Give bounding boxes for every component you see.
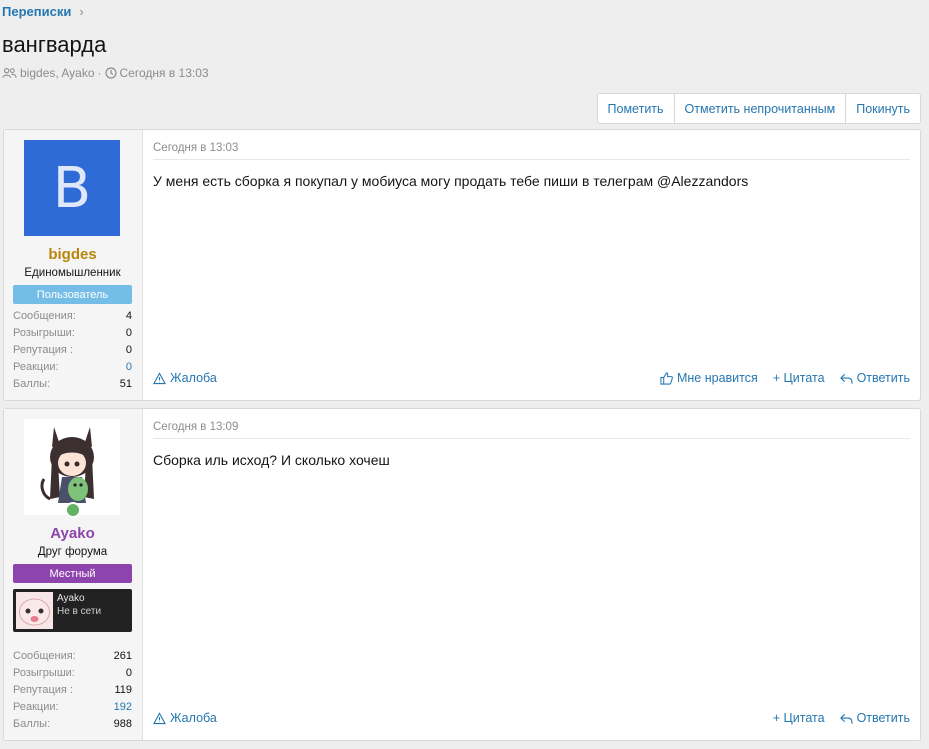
participants-list[interactable]: bigdes, Ayako [20, 66, 95, 80]
message-actions: + Цитата Ответить [773, 711, 910, 725]
message-footer: Жалоба Мне нравится + Цитата Ответить [153, 371, 910, 385]
stat-label: Розыгрыши: [13, 667, 75, 680]
clock-icon [104, 67, 117, 79]
thumbs-up-icon [660, 371, 673, 385]
stat-label: Сообщения: [13, 650, 76, 663]
reply-label: Ответить [856, 711, 910, 725]
warning-icon [153, 371, 166, 384]
like-button[interactable]: Мне нравится [660, 371, 758, 385]
stat-messages: Сообщения: 261 [13, 648, 132, 665]
user-title: Единомышленник [24, 267, 121, 279]
user-banner: Пользователь [13, 285, 132, 304]
message-date[interactable]: Сегодня в 13:09 [153, 421, 238, 433]
mini-card-info: Ayako Не в сети [57, 592, 101, 629]
cute-face-icon [19, 598, 50, 626]
stat-value: 0 [125, 327, 132, 340]
users-icon [2, 67, 17, 78]
conversation-time: Сегодня в 13:03 [119, 66, 209, 80]
quote-label: + Цитата [772, 711, 825, 725]
mini-avatar [16, 592, 53, 629]
profile-mini-card[interactable]: Ayako Не в сети [13, 589, 132, 632]
stat-value-link[interactable]: 0 [126, 361, 132, 373]
report-label: Жалоба [170, 371, 217, 385]
meta-separator: · [97, 66, 102, 80]
breadcrumb: Переписки › [2, 4, 84, 19]
mark-button[interactable]: Пометить [598, 94, 675, 123]
message-body: Сегодня в 13:09 Сборка иль исход? И скол… [143, 409, 920, 740]
stat-value: 0 [125, 667, 132, 680]
divider [153, 159, 910, 160]
quote-button[interactable]: + Цитата [773, 371, 825, 385]
stat-reputation: Репутация : 0 [13, 342, 132, 359]
stat-value: 0 [125, 343, 132, 356]
stat-label: Реакции: [13, 700, 59, 713]
leave-button[interactable]: Покинуть [846, 94, 920, 123]
stat-giveaways: Розыгрыши: 0 [13, 325, 132, 342]
message-user-panel: B bigdes Единомышленник Пользователь Соо… [4, 130, 143, 400]
conversation-meta: bigdes, Ayako · Сегодня в 13:03 [2, 66, 209, 80]
online-status-icon [65, 502, 81, 518]
user-banner: Местный [13, 564, 132, 583]
reply-button[interactable]: Ответить [839, 711, 910, 725]
like-label: Мне нравится [676, 371, 758, 385]
message-text: У меня есть сборка я покупал у мобиуса м… [153, 173, 749, 189]
message-text: Сборка иль исход? И сколько хочеш [153, 452, 390, 468]
report-button[interactable]: Жалоба [153, 711, 217, 725]
chevron-right-icon: › [79, 4, 84, 19]
divider [153, 438, 910, 439]
stat-reactions: Реакции: 0 [13, 358, 132, 375]
stat-points: Баллы: 988 [13, 715, 132, 732]
mini-card-name: Ayako [57, 593, 85, 604]
stat-points: Баллы: 51 [13, 375, 132, 392]
user-stats: Сообщения: 261 Розыгрыши: 0 Репутация : 119… [13, 648, 132, 732]
username[interactable]: Ayako [4, 525, 141, 542]
quote-button[interactable]: + Цитата [773, 711, 825, 725]
report-button[interactable]: Жалоба [153, 371, 217, 385]
message-user-panel: Ayako Друг форума Местный Ayako Не в сет… [4, 409, 143, 740]
user-stats: Сообщения: 4 Розыгрыши: 0 Репутация : 0 Реа… [13, 308, 132, 392]
anime-girl-avatar-icon [40, 427, 94, 503]
message-actions: Мне нравится + Цитата Ответить [660, 371, 910, 385]
reply-label: Ответить [856, 371, 910, 385]
stat-label: Репутация : [13, 683, 73, 696]
stat-value: 4 [125, 310, 132, 323]
stat-label: Репутация : [13, 343, 73, 356]
message-date[interactable]: Сегодня в 13:03 [153, 142, 238, 154]
mark-unread-button[interactable]: Отметить непрочитанным [675, 94, 847, 123]
page-title: вангварда [2, 32, 107, 57]
message-footer: Жалоба + Цитата Ответить [153, 711, 910, 725]
user-title: Друг форума [37, 546, 108, 558]
avatar[interactable] [24, 419, 120, 515]
stat-value: 51 [119, 377, 132, 390]
mini-card-status: Не в сети [57, 606, 102, 617]
reply-icon [839, 373, 853, 384]
avatar[interactable]: B [24, 140, 120, 236]
stat-value: 988 [113, 717, 132, 730]
message-2: Ayako Друг форума Местный Ayako Не в сет… [3, 408, 921, 741]
warning-icon [153, 711, 166, 724]
stat-label: Баллы: [13, 717, 51, 730]
breadcrumb-link-conversations[interactable]: Переписки [2, 4, 71, 19]
stat-label: Розыгрыши: [13, 327, 75, 340]
reply-button[interactable]: Ответить [839, 371, 910, 385]
message-body: Сегодня в 13:03 У меня есть сборка я пок… [143, 130, 920, 400]
stat-value: 261 [113, 650, 132, 663]
stat-value: 119 [114, 683, 132, 696]
reply-icon [839, 713, 853, 724]
message-1: B bigdes Единомышленник Пользователь Соо… [3, 129, 921, 401]
username[interactable]: bigdes [4, 246, 141, 263]
stat-label: Сообщения: [13, 310, 76, 323]
stat-messages: Сообщения: 4 [13, 308, 132, 325]
stat-value-link[interactable]: 192 [114, 701, 132, 713]
stat-reputation: Репутация : 119 [13, 682, 132, 699]
stat-label: Баллы: [13, 377, 51, 390]
report-label: Жалоба [170, 711, 217, 725]
stat-giveaways: Розыгрыши: 0 [13, 665, 132, 682]
conversation-actions: Пометить Отметить непрочитанным Покинуть [596, 93, 921, 124]
stat-reactions: Реакции: 192 [13, 698, 132, 715]
quote-label: + Цитата [772, 371, 825, 385]
stat-label: Реакции: [13, 360, 59, 373]
